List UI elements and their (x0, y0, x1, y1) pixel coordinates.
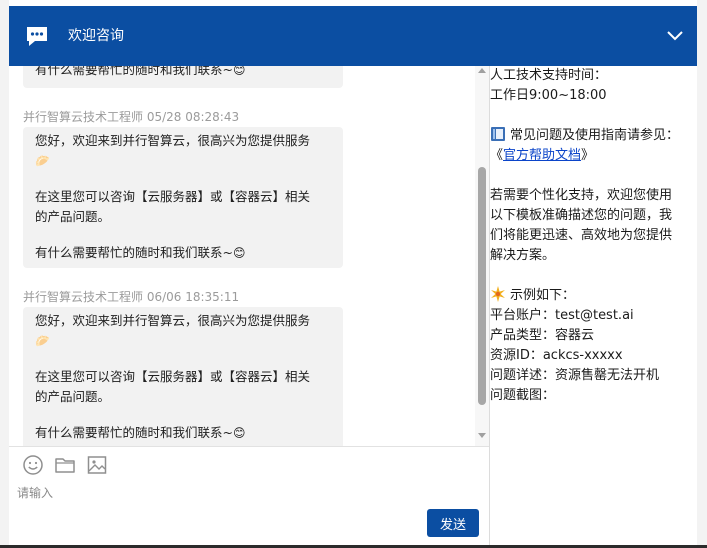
chat-header: 欢迎咨询 (9, 6, 697, 66)
support-info-panel: 人工技术支持时间： 工作日9:00~18:00 常见问题及使用指南请参见： 《官… (490, 66, 697, 545)
message-text: 有什么需要帮忙的随时和我们联系~ (35, 245, 233, 260)
window-frame-left (0, 0, 9, 548)
example-resource-id: 资源ID：ackcs-xxxxx (490, 348, 623, 363)
custom-support-text: 若需要个性化支持，欢迎您使用 (490, 188, 673, 203)
message-text: 有什么需要帮忙的随时和我们联系~ (35, 425, 233, 440)
smile-emoji: 😊 (232, 426, 246, 440)
send-button[interactable]: 发送 (427, 509, 479, 537)
chat-bubble-icon (27, 27, 47, 46)
folder-icon[interactable] (54, 454, 76, 476)
example-screenshot: 问题截图： (490, 388, 556, 403)
message-text: 您好，欢迎来到并行智算云，很高兴为您提供服务 (35, 133, 311, 148)
book-icon (491, 127, 505, 141)
bracket-close: 》 (581, 148, 595, 163)
custom-support-text: 以下模板准确描述您的问题，我 (490, 208, 673, 223)
example-type: 产品类型：容器云 (490, 328, 595, 343)
help-docs-link[interactable]: 官方帮助文档 (503, 148, 581, 163)
example-title: 示例如下： (510, 288, 576, 303)
message-bubble: 您好，欢迎来到并行智算云，很高兴为您提供服务 🥟 在这里您可以咨询【云服务器】或… (23, 307, 343, 446)
smiley-icon[interactable] (22, 454, 44, 476)
scroll-up-arrow-icon[interactable] (478, 68, 486, 73)
message-text: 在这里您可以咨询【云服务器】或【容器云】相关 (35, 369, 311, 384)
smile-emoji: 😊 (232, 66, 246, 77)
message-text: 您好，欢迎来到并行智算云，很高兴为您提供服务 (35, 313, 311, 328)
dumpling-emoji: 🥟 (35, 154, 50, 168)
custom-support-text: 们将能更迅速、高效地为您提供 (490, 228, 673, 243)
sparkle-icon (491, 286, 505, 302)
custom-support-text: 解决方案。 (490, 248, 556, 263)
message-bubble: 您好，欢迎来到并行智算云，很高兴为您提供服务 🥟 在这里您可以咨询【云服务器】或… (23, 127, 343, 268)
dumpling-emoji: 🥟 (35, 334, 50, 348)
faq-prefix: 常见问题及使用指南请参见： (510, 128, 680, 143)
window-frame-right (697, 0, 707, 548)
example-account: 平台账户：test@test.ai (490, 308, 634, 323)
message-input[interactable] (17, 483, 477, 503)
message-bubble: 有什么需要帮忙的随时和我们联系~😊 (23, 66, 343, 88)
chat-title: 欢迎咨询 (68, 28, 124, 44)
smile-emoji: 😊 (232, 246, 246, 260)
message-text: 的产品问题。 (35, 209, 111, 224)
scroll-down-arrow-icon[interactable] (478, 433, 486, 438)
support-hours-label: 人工技术支持时间： (490, 68, 608, 83)
message-sender: 并行智算云技术工程师 06/06 18:35:11 (23, 290, 240, 304)
chat-scrollbar[interactable] (475, 66, 489, 446)
message-text: 在这里您可以咨询【云服务器】或【容器云】相关 (35, 189, 311, 204)
message-text: 有什么需要帮忙的随时和我们联系~ (35, 66, 233, 77)
image-icon[interactable] (86, 454, 108, 476)
example-detail: 问题详述：资源售罄无法开机 (490, 368, 660, 383)
scrollbar-thumb[interactable] (478, 167, 486, 405)
chat-message-list[interactable]: 有什么需要帮忙的随时和我们联系~😊 并行智算云技术工程师 05/28 08:28… (9, 66, 489, 446)
chevron-down-icon[interactable] (665, 26, 685, 46)
message-text: 的产品问题。 (35, 389, 111, 404)
support-hours: 工作日9:00~18:00 (490, 88, 607, 103)
compose-area: 发送 (9, 446, 489, 545)
bracket-open: 《 (490, 148, 504, 163)
message-sender: 并行智算云技术工程师 05/28 08:28:43 (23, 110, 240, 124)
